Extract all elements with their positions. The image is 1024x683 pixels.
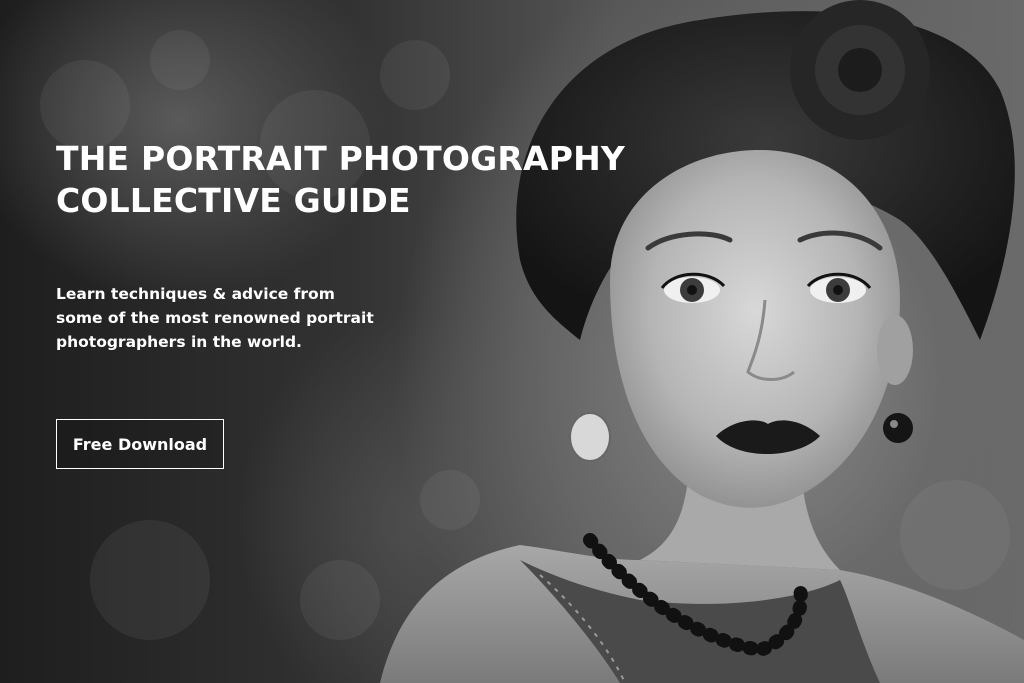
hero-description-line: photographers in the world. bbox=[56, 333, 302, 351]
hero-description: Learn techniques & advice from some of t… bbox=[56, 282, 416, 354]
hero-description-line: Learn techniques & advice from bbox=[56, 285, 335, 303]
hero-title-line: COLLECTIVE GUIDE bbox=[56, 181, 411, 220]
hero-banner: THE PORTRAIT PHOTOGRAPHY COLLECTIVE GUID… bbox=[0, 0, 1024, 683]
hero-title-line: THE PORTRAIT PHOTOGRAPHY bbox=[56, 139, 626, 178]
hero-title: THE PORTRAIT PHOTOGRAPHY COLLECTIVE GUID… bbox=[56, 138, 676, 222]
free-download-button[interactable]: Free Download bbox=[56, 419, 224, 469]
hero-description-line: some of the most renowned portrait bbox=[56, 309, 374, 327]
hero-content: THE PORTRAIT PHOTOGRAPHY COLLECTIVE GUID… bbox=[56, 138, 676, 354]
